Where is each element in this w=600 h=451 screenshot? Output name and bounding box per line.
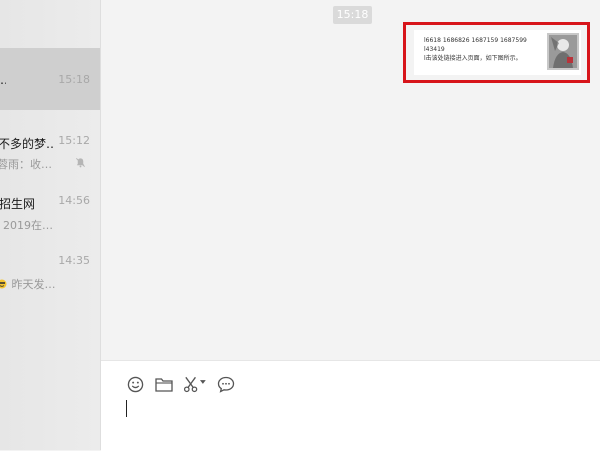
send-file-button[interactable] bbox=[154, 375, 174, 393]
message-card-line: l43419 bbox=[424, 46, 445, 53]
conversation-item[interactable]: 招生网 14:56 2019在… bbox=[0, 180, 100, 242]
conversation-item[interactable]: … 15:18 bbox=[0, 48, 100, 110]
chat-bubble-icon bbox=[217, 376, 235, 393]
conversation-list: … 15:18 不多的梦… 15:12 蓉雨：收… 招生网 14:56 2019… bbox=[0, 0, 101, 450]
conversation-preview: 蓉雨：收… bbox=[0, 158, 52, 171]
conversation-title: 招生网 bbox=[0, 197, 36, 211]
conversation-preview: 昨天发… bbox=[0, 276, 70, 292]
chat-panel: 15:18 l6618 1686826 1687159 1687599 l434… bbox=[101, 0, 600, 360]
conversation-time: 15:18 bbox=[58, 73, 90, 86]
text-cursor[interactable] bbox=[126, 400, 127, 417]
message-thumbnail-image bbox=[547, 33, 579, 70]
conversation-preview-text: 昨天发… bbox=[11, 278, 56, 291]
highlight-annotation: l6618 1686826 1687159 1687599 l43419 l击该… bbox=[403, 22, 590, 83]
conversation-time: 15:12 bbox=[58, 134, 90, 147]
chevron-down-icon bbox=[200, 380, 206, 384]
conversation-title: 不多的梦… bbox=[0, 137, 54, 151]
conversation-item[interactable]: 不多的梦… 15:12 蓉雨：收… bbox=[0, 118, 100, 180]
screenshot-button[interactable] bbox=[182, 375, 206, 393]
conversation-item[interactable]: 14:35 昨天发… bbox=[0, 242, 100, 304]
scissors-icon bbox=[183, 376, 198, 392]
conversation-title: … bbox=[0, 73, 6, 87]
message-composer[interactable] bbox=[101, 360, 600, 451]
emoji-button[interactable] bbox=[126, 375, 144, 393]
conversation-time: 14:35 bbox=[58, 254, 90, 267]
time-divider: 15:18 bbox=[333, 6, 372, 24]
emoji-icon bbox=[127, 376, 143, 392]
message-card-line: l6618 1686826 1687159 1687599 bbox=[424, 37, 527, 44]
chat-history-button[interactable] bbox=[216, 375, 236, 393]
emoji-smiley-icon bbox=[0, 279, 8, 289]
mute-bell-icon bbox=[76, 158, 85, 168]
message-card-line: l击该处链接进入页面，如下图所示。 bbox=[424, 55, 522, 62]
conversation-preview: 2019在… bbox=[3, 219, 53, 232]
folder-icon bbox=[155, 377, 173, 392]
conversation-time: 14:56 bbox=[58, 194, 90, 207]
message-card-text: l6618 1686826 1687159 1687599 l43419 l击该… bbox=[424, 36, 549, 63]
message-image-card[interactable]: l6618 1686826 1687159 1687599 l43419 l击该… bbox=[414, 30, 581, 75]
